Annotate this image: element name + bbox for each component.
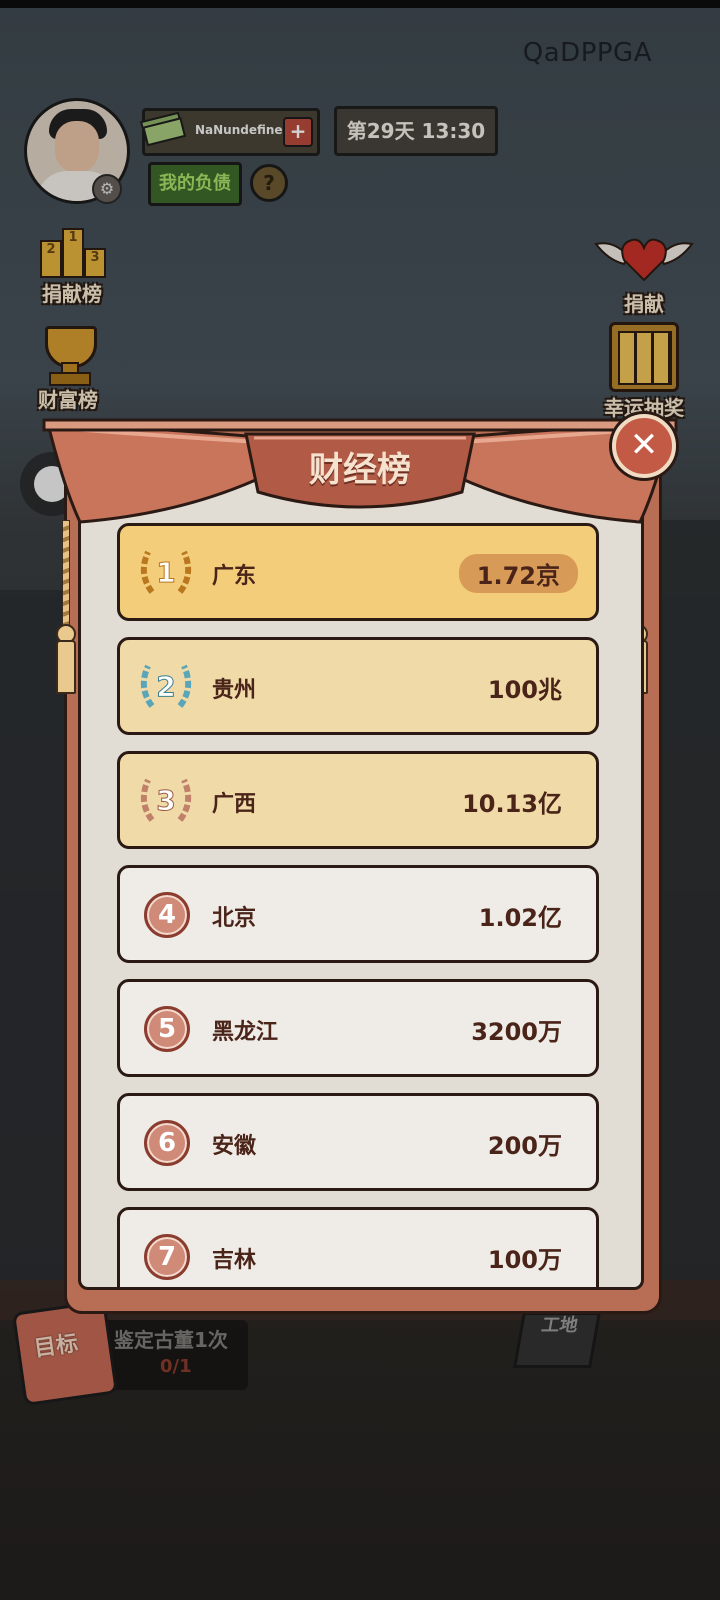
rank-number: 7 — [144, 1234, 190, 1280]
rank-name: 黑龙江 — [212, 1020, 279, 1045]
rank-value: 10.13亿 — [462, 790, 562, 818]
bronze-laurel-icon: 3 — [140, 778, 192, 822]
ranking-row-2[interactable]: 2 贵州 100兆 — [117, 637, 599, 735]
rank-value: 1.02亿 — [478, 904, 562, 932]
rank-value: 100兆 — [487, 676, 562, 704]
rank-number: 3 — [156, 784, 175, 817]
ranking-row-1[interactable]: 1 广东 1.72京 — [117, 523, 599, 621]
ranking-row-6[interactable]: 6 安徽 200万 — [117, 1093, 599, 1191]
rank-value: 200万 — [487, 1132, 562, 1160]
ranking-list: 1 广东 1.72京 2 贵州 100兆 3 广西 10.13亿 4 北京 1.… — [117, 523, 599, 1287]
rank-number: 6 — [144, 1120, 190, 1166]
rank-name: 广西 — [212, 792, 257, 817]
rank-name: 贵州 — [212, 678, 257, 703]
rank-name: 北京 — [212, 906, 257, 931]
rank-number: 4 — [144, 892, 190, 938]
gold-laurel-icon: 1 — [140, 550, 192, 594]
ranking-row-7[interactable]: 7 吉林 100万 — [117, 1207, 599, 1287]
ranking-row-4[interactable]: 4 北京 1.02亿 — [117, 865, 599, 963]
rank-value: 3200万 — [471, 1018, 562, 1046]
silver-laurel-icon: 2 — [140, 664, 192, 708]
close-button[interactable]: ✕ — [612, 414, 676, 478]
rank-value: 1.72京 — [458, 554, 578, 593]
rank-number: 2 — [156, 670, 175, 703]
game-screen: QaDPPGA ⚙ NaNundefined + 第29天 13:30 我的负债… — [0, 0, 720, 1600]
left-tassel — [56, 640, 76, 694]
rank-name: 广东 — [212, 564, 257, 589]
ranking-list-area[interactable]: 1 广东 1.72京 2 贵州 100兆 3 广西 10.13亿 4 北京 1.… — [78, 476, 644, 1290]
rank-value: 100万 — [487, 1246, 562, 1274]
rank-name: 吉林 — [212, 1248, 257, 1273]
rank-name: 安徽 — [212, 1134, 257, 1159]
rank-number: 5 — [144, 1006, 190, 1052]
ranking-row-3[interactable]: 3 广西 10.13亿 — [117, 751, 599, 849]
ranking-row-5[interactable]: 5 黑龙江 3200万 — [117, 979, 599, 1077]
panel-title: 财经榜 — [309, 450, 411, 490]
rank-number: 1 — [156, 556, 175, 589]
